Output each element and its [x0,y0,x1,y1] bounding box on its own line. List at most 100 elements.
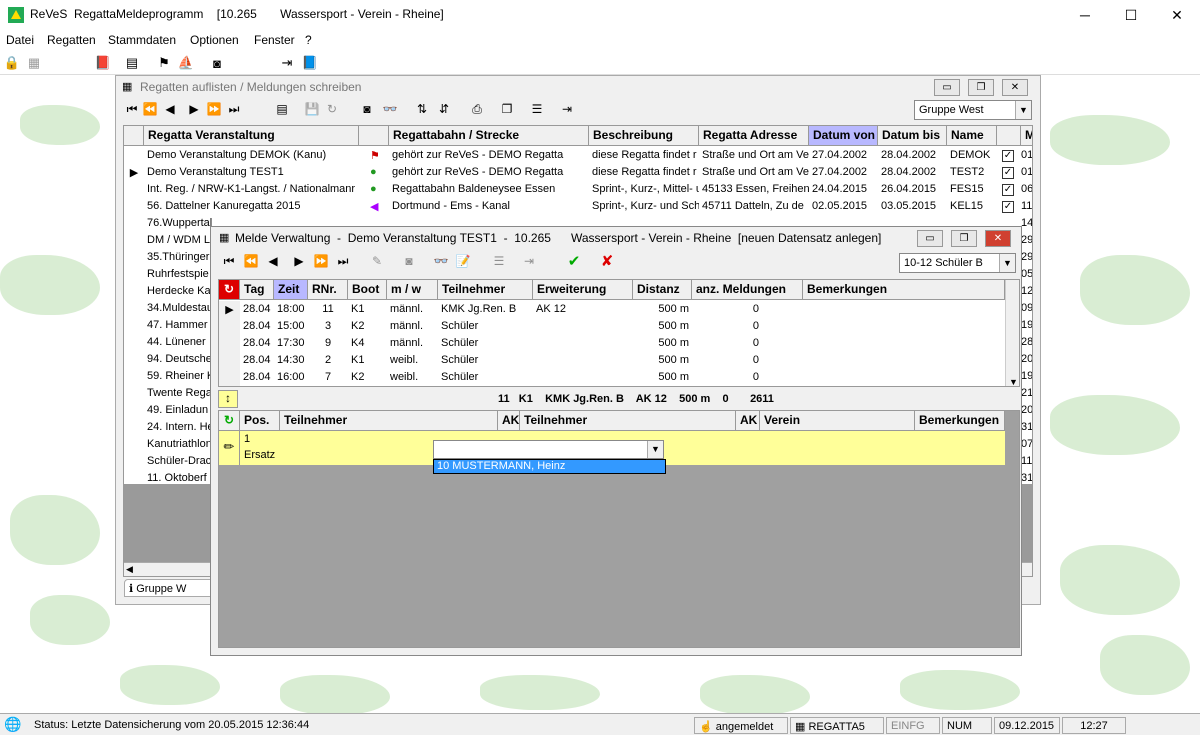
row-indicator[interactable] [219,352,240,369]
row-indicator[interactable] [219,318,240,335]
melde-cell-erw[interactable] [533,369,633,386]
melde-cell-dist[interactable]: 500 m [633,301,692,318]
regatta-cell-beschr[interactable]: Sprint-, Kurz-, Mittel- u [589,181,699,198]
col-bemerkungen[interactable]: Bemerkungen [803,280,1005,300]
entry-col-verein[interactable]: Verein [760,411,915,431]
melde-cell-tn[interactable]: Schüler [438,352,533,369]
regatta-cell-kurz[interactable]: KEL15 [947,198,997,215]
melde-cell-mw[interactable]: männl. [387,335,438,352]
row-indicator[interactable] [124,385,144,402]
regatta-cell-von[interactable]: 27.04.2002 [809,147,878,164]
col-mw[interactable]: m / w [387,280,438,300]
col-anz-meldungen[interactable]: anz. Meldungen [692,280,803,300]
exit-icon[interactable]: ⇥ [559,102,575,116]
active-checkbox[interactable]: ✓ [1002,184,1014,196]
sort-asc-icon[interactable]: ⇅ [414,102,430,116]
refresh-icon[interactable]: ↻ [219,280,240,300]
nav-prior-icon[interactable]: ◀ [162,102,178,116]
melde-restore-button[interactable]: ❐ [951,230,977,247]
col-datum-von[interactable]: Datum von [809,126,878,146]
melde-cell-zeit[interactable]: 17:30 [274,335,308,352]
nav-next-page-icon[interactable]: ⏩ [313,254,329,268]
regatta-cell-m[interactable]: 20 [1021,402,1032,419]
melde-cell-anz[interactable]: 0 [692,352,762,369]
menu-help[interactable]: ? [305,33,312,47]
exit-icon[interactable]: ⇥ [278,54,296,72]
group-tab[interactable]: ℹ Gruppe W [124,579,214,597]
close-button[interactable]: ✕ [1154,0,1200,30]
nav-next-page-icon[interactable]: ⏩ [206,102,222,116]
melde-cell-mw[interactable]: weibl. [387,369,438,386]
row-indicator[interactable] [124,317,144,334]
row-indicator[interactable] [124,300,144,317]
col-zeit[interactable]: Zeit [274,280,308,300]
regatta-cell-m[interactable]: 06 [1021,181,1032,198]
entry-col-ak1[interactable]: AK [498,411,520,431]
melde-cell-zeit[interactable]: 14:30 [274,352,308,369]
col-name[interactable]: Name [947,126,997,146]
menu-stammdaten[interactable]: Stammdaten [108,33,176,47]
teilnehmer-combo[interactable]: ▼ [433,440,664,459]
database-icon[interactable]: ▦ [25,54,43,72]
regatta-cell-kurz[interactable]: TEST2 [947,164,997,181]
confirm-check-icon[interactable]: ✔ [566,252,582,270]
col-datum-bis[interactable]: Datum bis [878,126,947,146]
regatta-cell-m[interactable]: 07 [1021,436,1032,453]
melde-cell-rnr[interactable]: 11 [308,301,348,318]
regatta-cell-m[interactable]: 31 [1021,470,1032,487]
melde-cell-tag[interactable]: 28.04 [240,352,274,369]
regatten-restore-button[interactable]: ❐ [968,79,994,96]
melde-cell-anz[interactable]: 0 [692,369,762,386]
regatta-cell-m[interactable]: 28 [1021,334,1032,351]
melde-cell-rnr[interactable]: 2 [308,352,348,369]
row-indicator[interactable] [124,232,144,249]
regatten-close-button[interactable]: ✕ [1002,79,1028,96]
regatta-cell-adr[interactable]: Straße und Ort am Ve [699,147,809,164]
col-distanz[interactable]: Distanz [633,280,692,300]
row-indicator[interactable] [124,283,144,300]
melde-cell-dist[interactable]: 500 m [633,318,692,335]
col-beschreibung[interactable]: Beschreibung [589,126,699,146]
melde-cell-tn[interactable]: Schüler [438,369,533,386]
row-indicator[interactable] [219,335,240,352]
melde-cell-boot[interactable]: K2 [348,369,387,386]
save-icon[interactable]: 💾 [304,102,320,116]
regatta-cell-m[interactable]: 20 [1021,351,1032,368]
entry-col-teilnehmer2[interactable]: Teilnehmer [520,411,736,431]
nav-prior-page-icon[interactable]: ⏪ [243,254,259,268]
regatta-cell-m[interactable]: 29 [1021,232,1032,249]
regatta-cell-beschr[interactable]: diese Regatta findet r [589,147,699,164]
notes-icon[interactable]: 📝 [455,254,471,268]
melde-close-button[interactable]: ✕ [985,230,1011,247]
entry-col-ak2[interactable]: AK [736,411,760,431]
melde-cell-erw[interactable] [533,335,633,352]
regatta-cell-m[interactable]: 01 [1021,147,1032,164]
melde-cell-zeit[interactable]: 15:00 [274,318,308,335]
melde-cell-erw[interactable] [533,352,633,369]
regatta-cell-von[interactable]: 02.05.2015 [809,198,878,215]
melde-cell-tag[interactable]: 28.04 [240,369,274,386]
row-indicator[interactable] [124,147,144,164]
row-indicator[interactable] [124,198,144,215]
vertical-scrollbar[interactable]: ▼ [1005,280,1019,386]
regatta-cell-adr[interactable]: 45711 Datteln, Zu de [699,198,809,215]
regatta-cell-kurz[interactable]: FES15 [947,181,997,198]
row-indicator[interactable] [124,351,144,368]
row-indicator[interactable] [124,215,144,232]
color-icon[interactable]: ▤ [274,102,290,116]
row-indicator[interactable] [124,181,144,198]
melde-cell-rnr[interactable]: 7 [308,369,348,386]
col-m[interactable]: M [1021,126,1032,146]
regatta-cell-m[interactable]: 21 [1021,385,1032,402]
melde-cell-zeit[interactable]: 18:00 [274,301,308,318]
regatta-cell-m[interactable]: 09 [1021,300,1032,317]
col-veranstaltung[interactable]: Regatta Veranstaltung [144,126,359,146]
camera-icon[interactable]: ◙ [401,254,417,268]
nav-next-icon[interactable]: ▶ [291,254,307,268]
regatta-cell-adr[interactable]: 45133 Essen, Freihen [699,181,809,198]
regatta-cell-bis[interactable]: 03.05.2015 [878,198,947,215]
melde-minimize-button[interactable]: ▭ [917,230,943,247]
melde-cell-tn[interactable]: Schüler [438,318,533,335]
binoculars-icon[interactable]: 👓 [433,254,449,268]
melde-cell-boot[interactable]: K1 [348,352,387,369]
